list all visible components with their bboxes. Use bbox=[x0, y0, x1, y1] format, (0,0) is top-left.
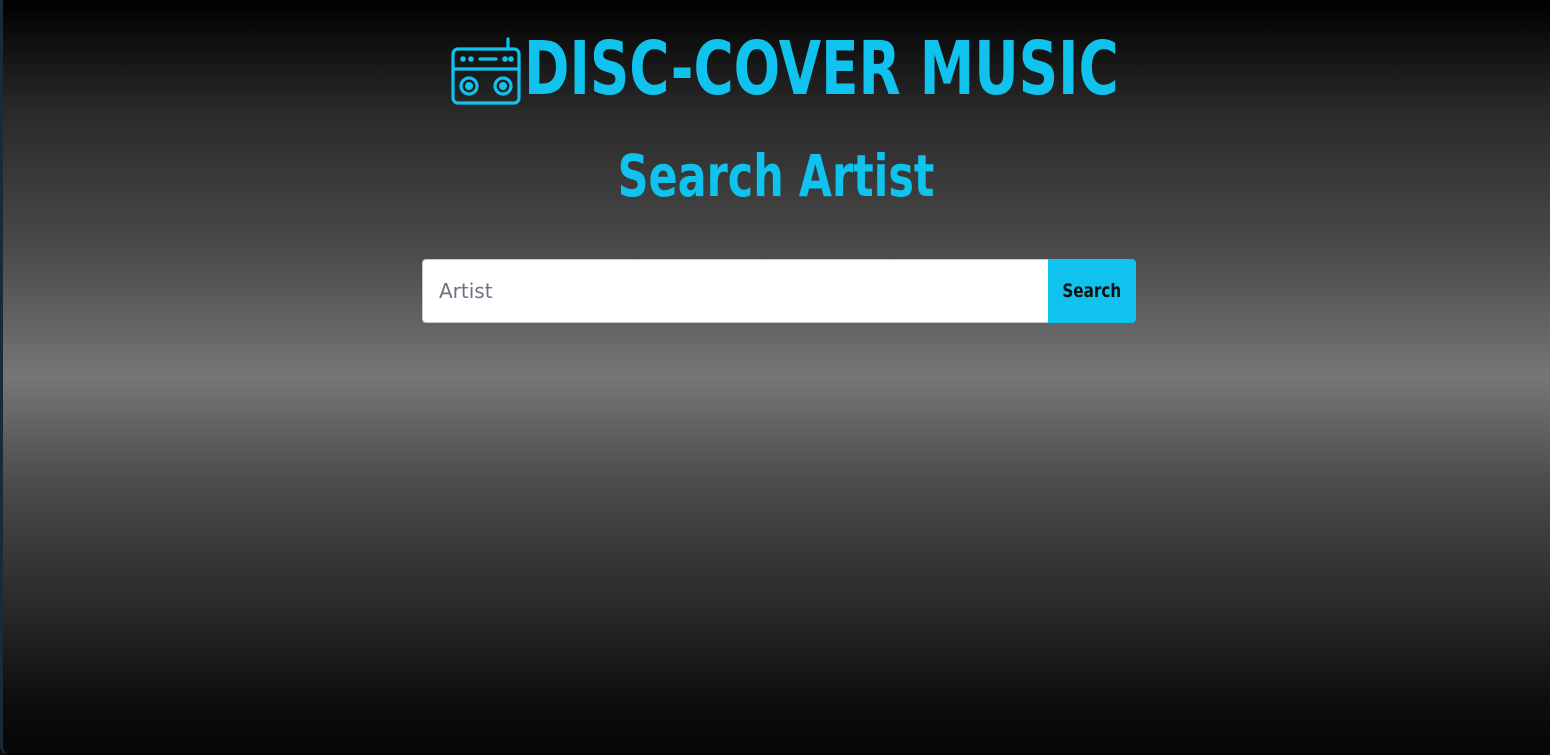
radio-icon bbox=[450, 37, 521, 105]
search-button-label: Search bbox=[1062, 280, 1122, 302]
artist-search-input[interactable] bbox=[422, 259, 1048, 323]
app-viewport: DISC-COVER MUSIC Search Artist Search bbox=[0, 0, 1550, 755]
page-subtitle: Search Artist bbox=[3, 138, 1550, 214]
search-bar: Search bbox=[422, 259, 1136, 323]
app-header: DISC-COVER MUSIC bbox=[3, 24, 1550, 114]
page-subtitle-text: Search Artist bbox=[618, 142, 935, 210]
app-title: DISC-COVER MUSIC bbox=[523, 26, 1119, 112]
search-button[interactable]: Search bbox=[1048, 259, 1136, 323]
